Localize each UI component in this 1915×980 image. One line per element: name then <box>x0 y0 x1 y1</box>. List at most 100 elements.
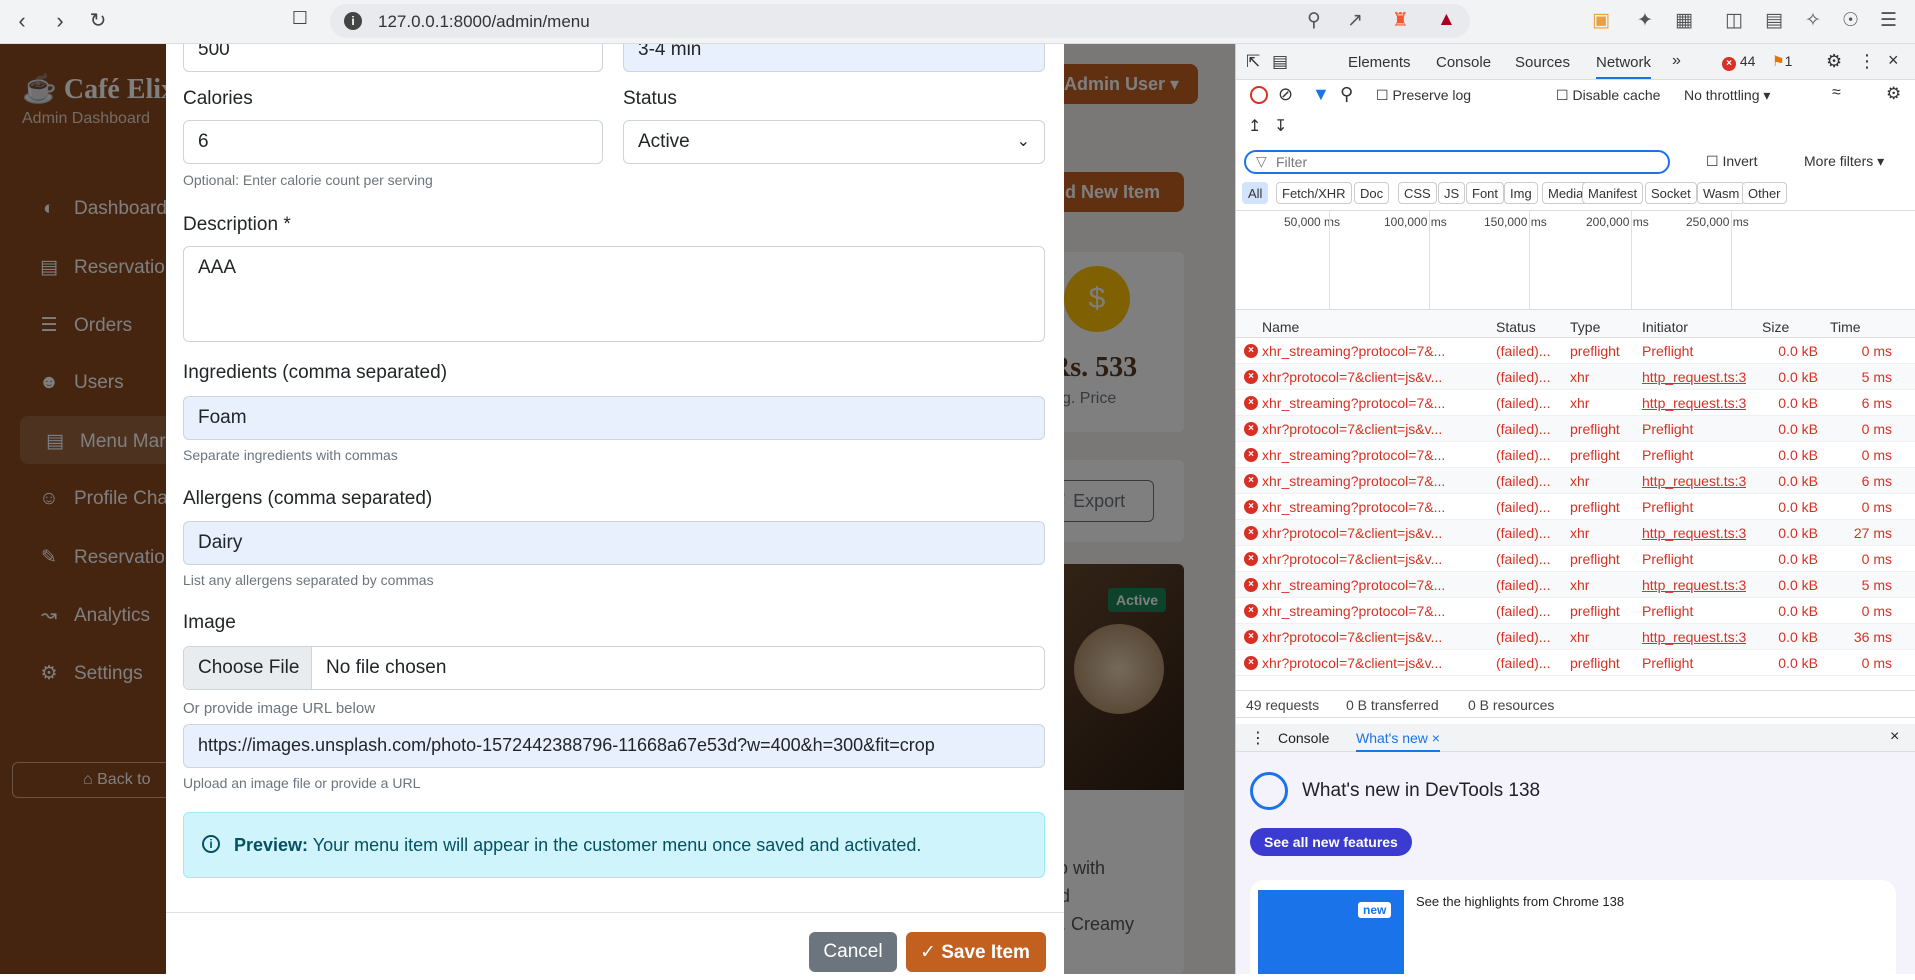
see-all-features-button[interactable]: See all new features <box>1250 828 1412 856</box>
tab-console[interactable]: Console <box>1436 54 1491 71</box>
request-row[interactable]: × xhr?protocol=7&client=js&v... (failed)..… <box>1236 546 1915 572</box>
request-row[interactable]: × xhr_streaming?protocol=7&... (failed)...… <box>1236 338 1915 364</box>
bookmark-icon[interactable]: ☐ <box>286 8 314 29</box>
brave-shield-icon[interactable]: ♜ <box>1392 9 1409 32</box>
more-filters-dropdown[interactable]: More filters ▾ <box>1804 153 1884 170</box>
request-initiator[interactable]: http_request.ts:3 <box>1642 525 1746 541</box>
request-row[interactable]: × xhr_streaming?protocol=7&... (failed)...… <box>1236 442 1915 468</box>
request-row[interactable]: × xhr?protocol=7&client=js&v... (failed)..… <box>1236 650 1915 676</box>
record-icon[interactable] <box>1250 86 1268 104</box>
request-row[interactable]: × xhr_streaming?protocol=7&... (failed)...… <box>1236 468 1915 494</box>
rewards-icon[interactable]: ▲ <box>1437 9 1456 31</box>
request-row[interactable]: × xhr?protocol=7&client=js&v... (failed)..… <box>1236 520 1915 546</box>
drawer-kebab-icon[interactable]: ⋮ <box>1250 728 1266 748</box>
throttling-select[interactable]: No throttling ▾ <box>1684 87 1770 104</box>
tab-network[interactable]: Network <box>1596 54 1652 79</box>
prep-time-input[interactable]: 3-4 min <box>623 44 1045 72</box>
request-initiator[interactable]: http_request.ts:3 <box>1642 473 1746 489</box>
kebab-menu-icon[interactable]: ⋮ <box>1858 51 1876 72</box>
choose-file-button[interactable]: Choose File <box>184 647 312 689</box>
request-row[interactable]: × xhr?protocol=7&client=js&v... (failed)..… <box>1236 364 1915 390</box>
request-row[interactable]: × xhr?protocol=7&client=js&v... (failed)..… <box>1236 416 1915 442</box>
request-row[interactable]: × xhr_streaming?protocol=7&... (failed)...… <box>1236 494 1915 520</box>
gear-icon[interactable]: ⚙ <box>1826 51 1842 72</box>
allergens-input[interactable]: Dairy <box>183 521 1045 565</box>
vpn-icon[interactable]: ☉ <box>1842 9 1859 32</box>
request-initiator[interactable]: Preflight <box>1642 655 1746 671</box>
request-row[interactable]: × xhr_streaming?protocol=7&... (failed)...… <box>1236 572 1915 598</box>
search-icon[interactable]: ⚲ <box>1340 84 1353 105</box>
request-row[interactable]: × xhr_streaming?protocol=7&... (failed)...… <box>1236 390 1915 416</box>
cancel-button[interactable]: Cancel <box>809 932 897 972</box>
address-bar[interactable]: i 127.0.0.1:8000/admin/menu <box>330 4 1470 38</box>
prep-input[interactable]: 500 <box>183 44 603 72</box>
filter-chip-js[interactable]: JS <box>1438 182 1466 204</box>
import-har-icon[interactable]: ↥ <box>1248 116 1261 136</box>
col-time[interactable]: Time <box>1830 319 1861 335</box>
description-textarea[interactable]: AAA <box>183 246 1045 342</box>
save-item-button[interactable]: ✓ Save Item <box>906 932 1046 972</box>
zoom-icon[interactable]: ⚲ <box>1307 9 1321 32</box>
col-initiator[interactable]: Initiator <box>1642 319 1688 335</box>
puzzle-icon[interactable]: ✦ <box>1637 9 1653 32</box>
more-tabs-icon[interactable]: » <box>1672 52 1681 70</box>
request-initiator[interactable]: http_request.ts:3 <box>1642 395 1746 411</box>
tab-elements[interactable]: Elements <box>1348 54 1411 71</box>
network-conditions-icon[interactable]: ≈ <box>1832 84 1841 102</box>
invert-checkbox[interactable]: ☐ Invert <box>1706 153 1757 170</box>
network-settings-icon[interactable]: ⚙ <box>1886 84 1901 104</box>
calories-input[interactable]: 6 <box>183 120 603 164</box>
filter-chip-manifest[interactable]: Manifest <box>1582 182 1644 204</box>
filter-chip-font[interactable]: Font <box>1466 182 1505 204</box>
col-size[interactable]: Size <box>1762 319 1789 335</box>
status-select[interactable]: Active ⌄ <box>623 120 1045 164</box>
request-initiator[interactable]: http_request.ts:3 <box>1642 577 1746 593</box>
file-input[interactable]: Choose File No file chosen <box>183 646 1045 690</box>
disable-cache-checkbox[interactable]: ☐ Disable cache <box>1556 87 1660 104</box>
filter-chip-wasm[interactable]: Wasm <box>1697 182 1746 204</box>
preserve-log-checkbox[interactable]: ☐ Preserve log <box>1376 87 1471 104</box>
device-toolbar-icon[interactable]: ▤ <box>1272 52 1288 72</box>
filter-chip-css[interactable]: CSS <box>1398 182 1437 204</box>
sidebar-toggle-icon[interactable]: ◫ <box>1725 9 1743 32</box>
request-initiator[interactable]: Preflight <box>1642 447 1746 463</box>
request-initiator[interactable]: http_request.ts:3 <box>1642 369 1746 385</box>
request-initiator[interactable]: http_request.ts:3 <box>1642 629 1746 645</box>
ingredients-input[interactable]: Foam <box>183 396 1045 440</box>
filter-icon[interactable]: ▼ <box>1312 84 1330 105</box>
drawer-close-icon[interactable]: × <box>1890 728 1899 746</box>
request-row[interactable]: × xhr_streaming?protocol=7&... (failed)...… <box>1236 598 1915 624</box>
filter-chip-other[interactable]: Other <box>1742 182 1787 204</box>
request-initiator[interactable]: Preflight <box>1642 551 1746 567</box>
filter-chip-doc[interactable]: Doc <box>1354 182 1390 204</box>
drawer-tab-whats-new[interactable]: What's new × <box>1356 730 1440 752</box>
highlight-card[interactable]: new See the highlights from Chrome 138 <box>1250 880 1896 974</box>
filter-input[interactable]: ▽ Filter <box>1244 150 1670 174</box>
extension-icon[interactable]: ▣ <box>1592 9 1610 32</box>
menu-icon[interactable]: ☰ <box>1880 9 1897 32</box>
filter-chip-fetchxhr[interactable]: Fetch/XHR <box>1276 182 1352 204</box>
forward-arrow-icon[interactable]: › <box>46 8 74 34</box>
request-initiator[interactable]: Preflight <box>1642 421 1746 437</box>
col-type[interactable]: Type <box>1570 319 1600 335</box>
export-har-icon[interactable]: ↧ <box>1274 116 1287 136</box>
leo-icon[interactable]: ✧ <box>1805 9 1821 32</box>
request-row[interactable]: × xhr?protocol=7&client=js&v... (failed)..… <box>1236 624 1915 650</box>
clear-icon[interactable]: ⊘ <box>1278 84 1293 105</box>
image-url-input[interactable]: https://images.unsplash.com/photo-157244… <box>183 724 1045 768</box>
drawer-tab-console[interactable]: Console <box>1278 730 1329 746</box>
share-icon[interactable]: ↗ <box>1347 9 1363 32</box>
filter-chip-socket[interactable]: Socket <box>1645 182 1697 204</box>
error-count[interactable]: × 44 <box>1722 53 1755 71</box>
request-initiator[interactable]: Preflight <box>1642 343 1746 359</box>
reload-icon[interactable]: ↻ <box>84 8 112 33</box>
col-name[interactable]: Name <box>1262 319 1299 335</box>
close-icon[interactable]: × <box>1888 50 1899 71</box>
screenshot-icon[interactable]: ▦ <box>1675 9 1693 32</box>
request-initiator[interactable]: Preflight <box>1642 603 1746 619</box>
filter-chip-all[interactable]: All <box>1242 182 1269 204</box>
col-status[interactable]: Status <box>1496 319 1536 335</box>
warning-count[interactable]: ⚑1 <box>1772 53 1792 70</box>
site-info-icon[interactable]: i <box>344 12 362 30</box>
url-text[interactable]: 127.0.0.1:8000/admin/menu <box>378 12 590 32</box>
